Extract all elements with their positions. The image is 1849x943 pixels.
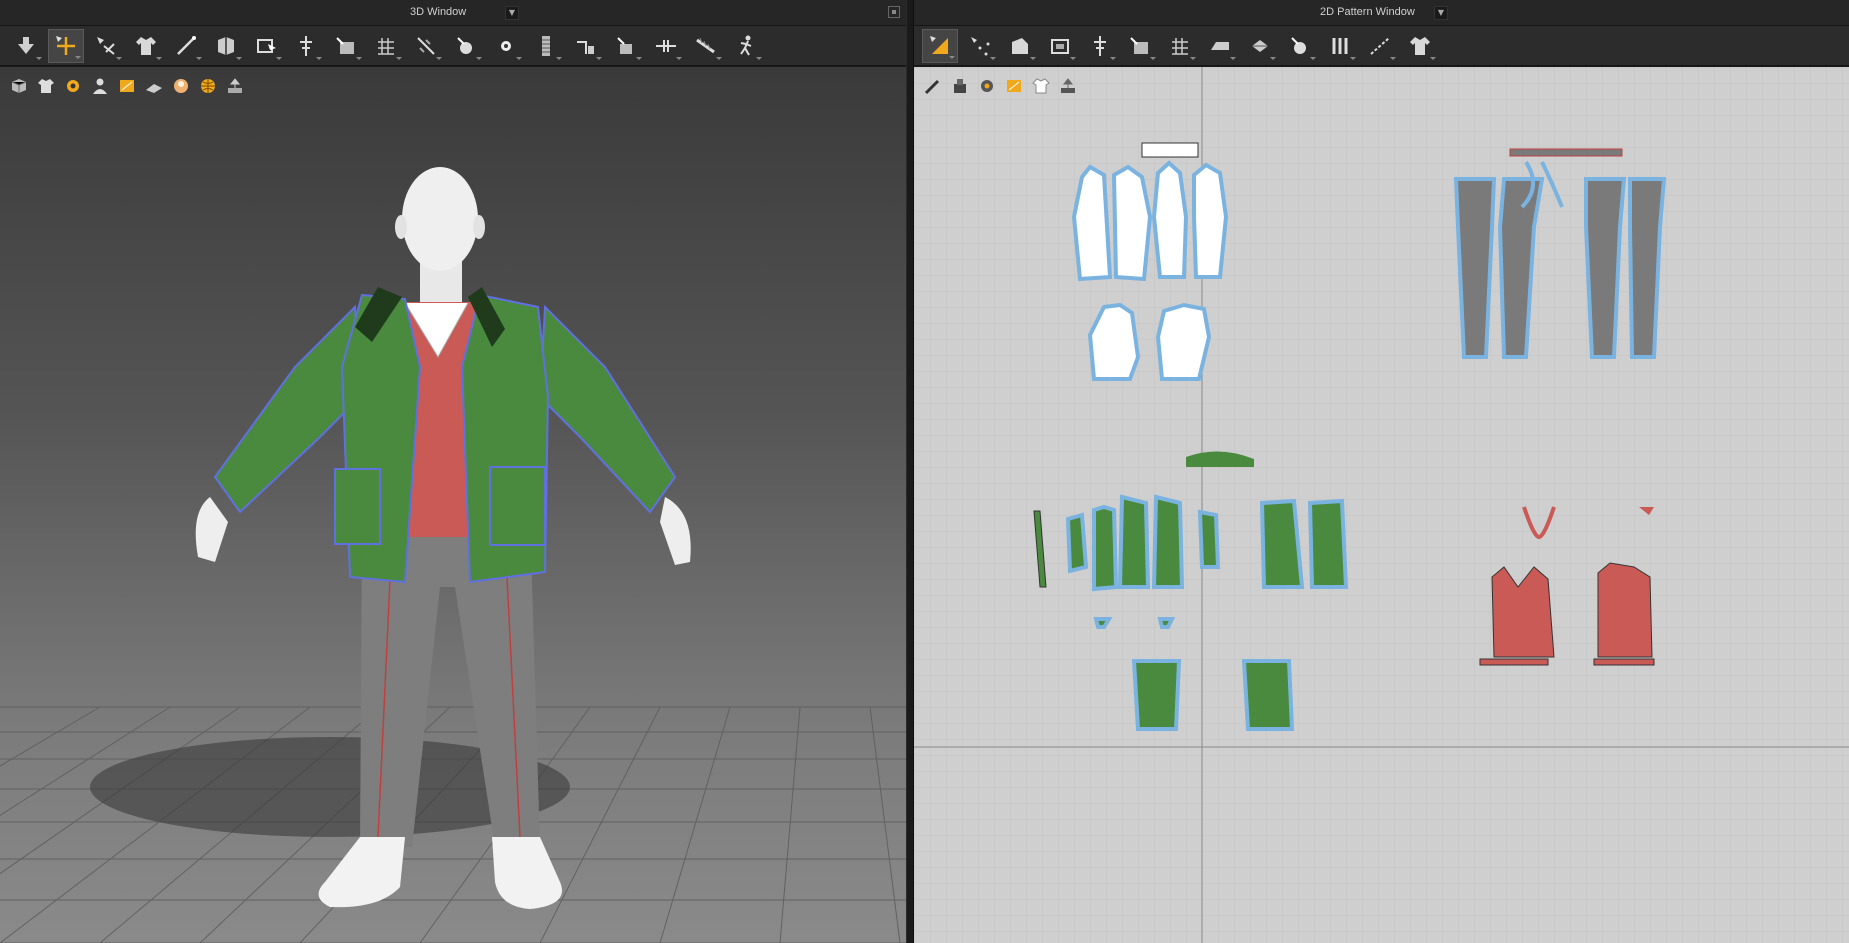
point-icon[interactable] [488, 29, 524, 63]
fold-icon[interactable] [208, 29, 244, 63]
2d-toolbar [914, 26, 1849, 66]
3d-viewport[interactable] [0, 67, 906, 943]
3d-window-title: 3D Window [410, 6, 467, 18]
pattern-canvas [914, 67, 1849, 943]
zipper-icon[interactable] [528, 29, 564, 63]
3d-window-panel: 3D Window ▼ [0, 0, 906, 943]
transform-icon[interactable] [248, 29, 284, 63]
2d-window-titlebar: 2D Pattern Window ▼ [914, 0, 1849, 26]
right-pocket [489, 466, 546, 546]
ruler-icon[interactable] [688, 29, 724, 63]
fold-icon[interactable] [1242, 29, 1278, 63]
transform-pattern-icon[interactable] [922, 28, 958, 63]
polygon-icon[interactable] [1002, 29, 1038, 63]
stamp-icon[interactable] [949, 75, 971, 97]
2d-pattern-window-panel: 2D Pattern Window ▼ [914, 0, 1849, 943]
tape-icon[interactable] [568, 29, 604, 63]
needle-icon[interactable] [408, 29, 444, 63]
edit-curve-icon[interactable] [168, 29, 204, 63]
clo3d-app: 3D Window ▼ 2D Pattern Window ▼ [0, 0, 1849, 943]
shirt-icon[interactable] [1402, 29, 1438, 63]
2d-window-title: 2D Pattern Window [1320, 6, 1415, 18]
gear-icon[interactable] [976, 75, 998, 97]
panel-splitter[interactable] [906, 0, 914, 943]
box-pin-icon[interactable] [1122, 29, 1158, 63]
3d-window-menu-button[interactable]: ▼ [505, 6, 519, 20]
grid-icon[interactable] [368, 29, 404, 63]
3d-window-titlebar: 3D Window ▼ [0, 0, 906, 26]
export-icon[interactable] [1057, 75, 1079, 97]
grid-icon[interactable] [1162, 29, 1198, 63]
jacket-right-sleeve [538, 304, 677, 514]
segment-icon[interactable] [648, 29, 684, 63]
right-hand [660, 497, 691, 565]
2d-pattern-viewport[interactable] [914, 67, 1849, 943]
segment-icon[interactable] [1362, 29, 1398, 63]
select-mesh-icon[interactable] [88, 29, 124, 63]
3d-scene [0, 167, 906, 943]
seam-icon[interactable] [1322, 29, 1358, 63]
shirt-icon[interactable] [1030, 75, 1052, 97]
head [402, 167, 478, 271]
texture-icon[interactable] [1003, 75, 1025, 97]
avatar-walk-icon[interactable] [728, 29, 764, 63]
waistband-pattern [1509, 148, 1623, 157]
arrow-down-icon[interactable] [8, 29, 44, 63]
shirt-collar-pattern [1141, 142, 1199, 158]
garment-icon[interactable] [128, 29, 164, 63]
measure-icon[interactable] [608, 29, 644, 63]
left-pocket [334, 468, 381, 545]
move-cross-icon[interactable] [48, 28, 84, 63]
right-shoe [492, 837, 562, 909]
box-pin-icon[interactable] [328, 29, 364, 63]
pin-icon[interactable] [1082, 29, 1118, 63]
2d-display-toolbar [922, 75, 1079, 97]
rectangle-icon[interactable] [1042, 29, 1078, 63]
pin-icon[interactable] [288, 29, 324, 63]
3d-window-float-button[interactable] [888, 6, 900, 18]
left-shoe [318, 837, 405, 908]
3d-toolbar [0, 26, 906, 66]
iron-icon[interactable] [1202, 29, 1238, 63]
left-hand [195, 497, 228, 562]
button-icon[interactable] [1282, 29, 1318, 63]
brush-icon[interactable] [922, 75, 944, 97]
edit-point-icon[interactable] [962, 29, 998, 63]
button-icon[interactable] [448, 29, 484, 63]
2d-window-menu-button[interactable]: ▼ [1434, 6, 1448, 20]
